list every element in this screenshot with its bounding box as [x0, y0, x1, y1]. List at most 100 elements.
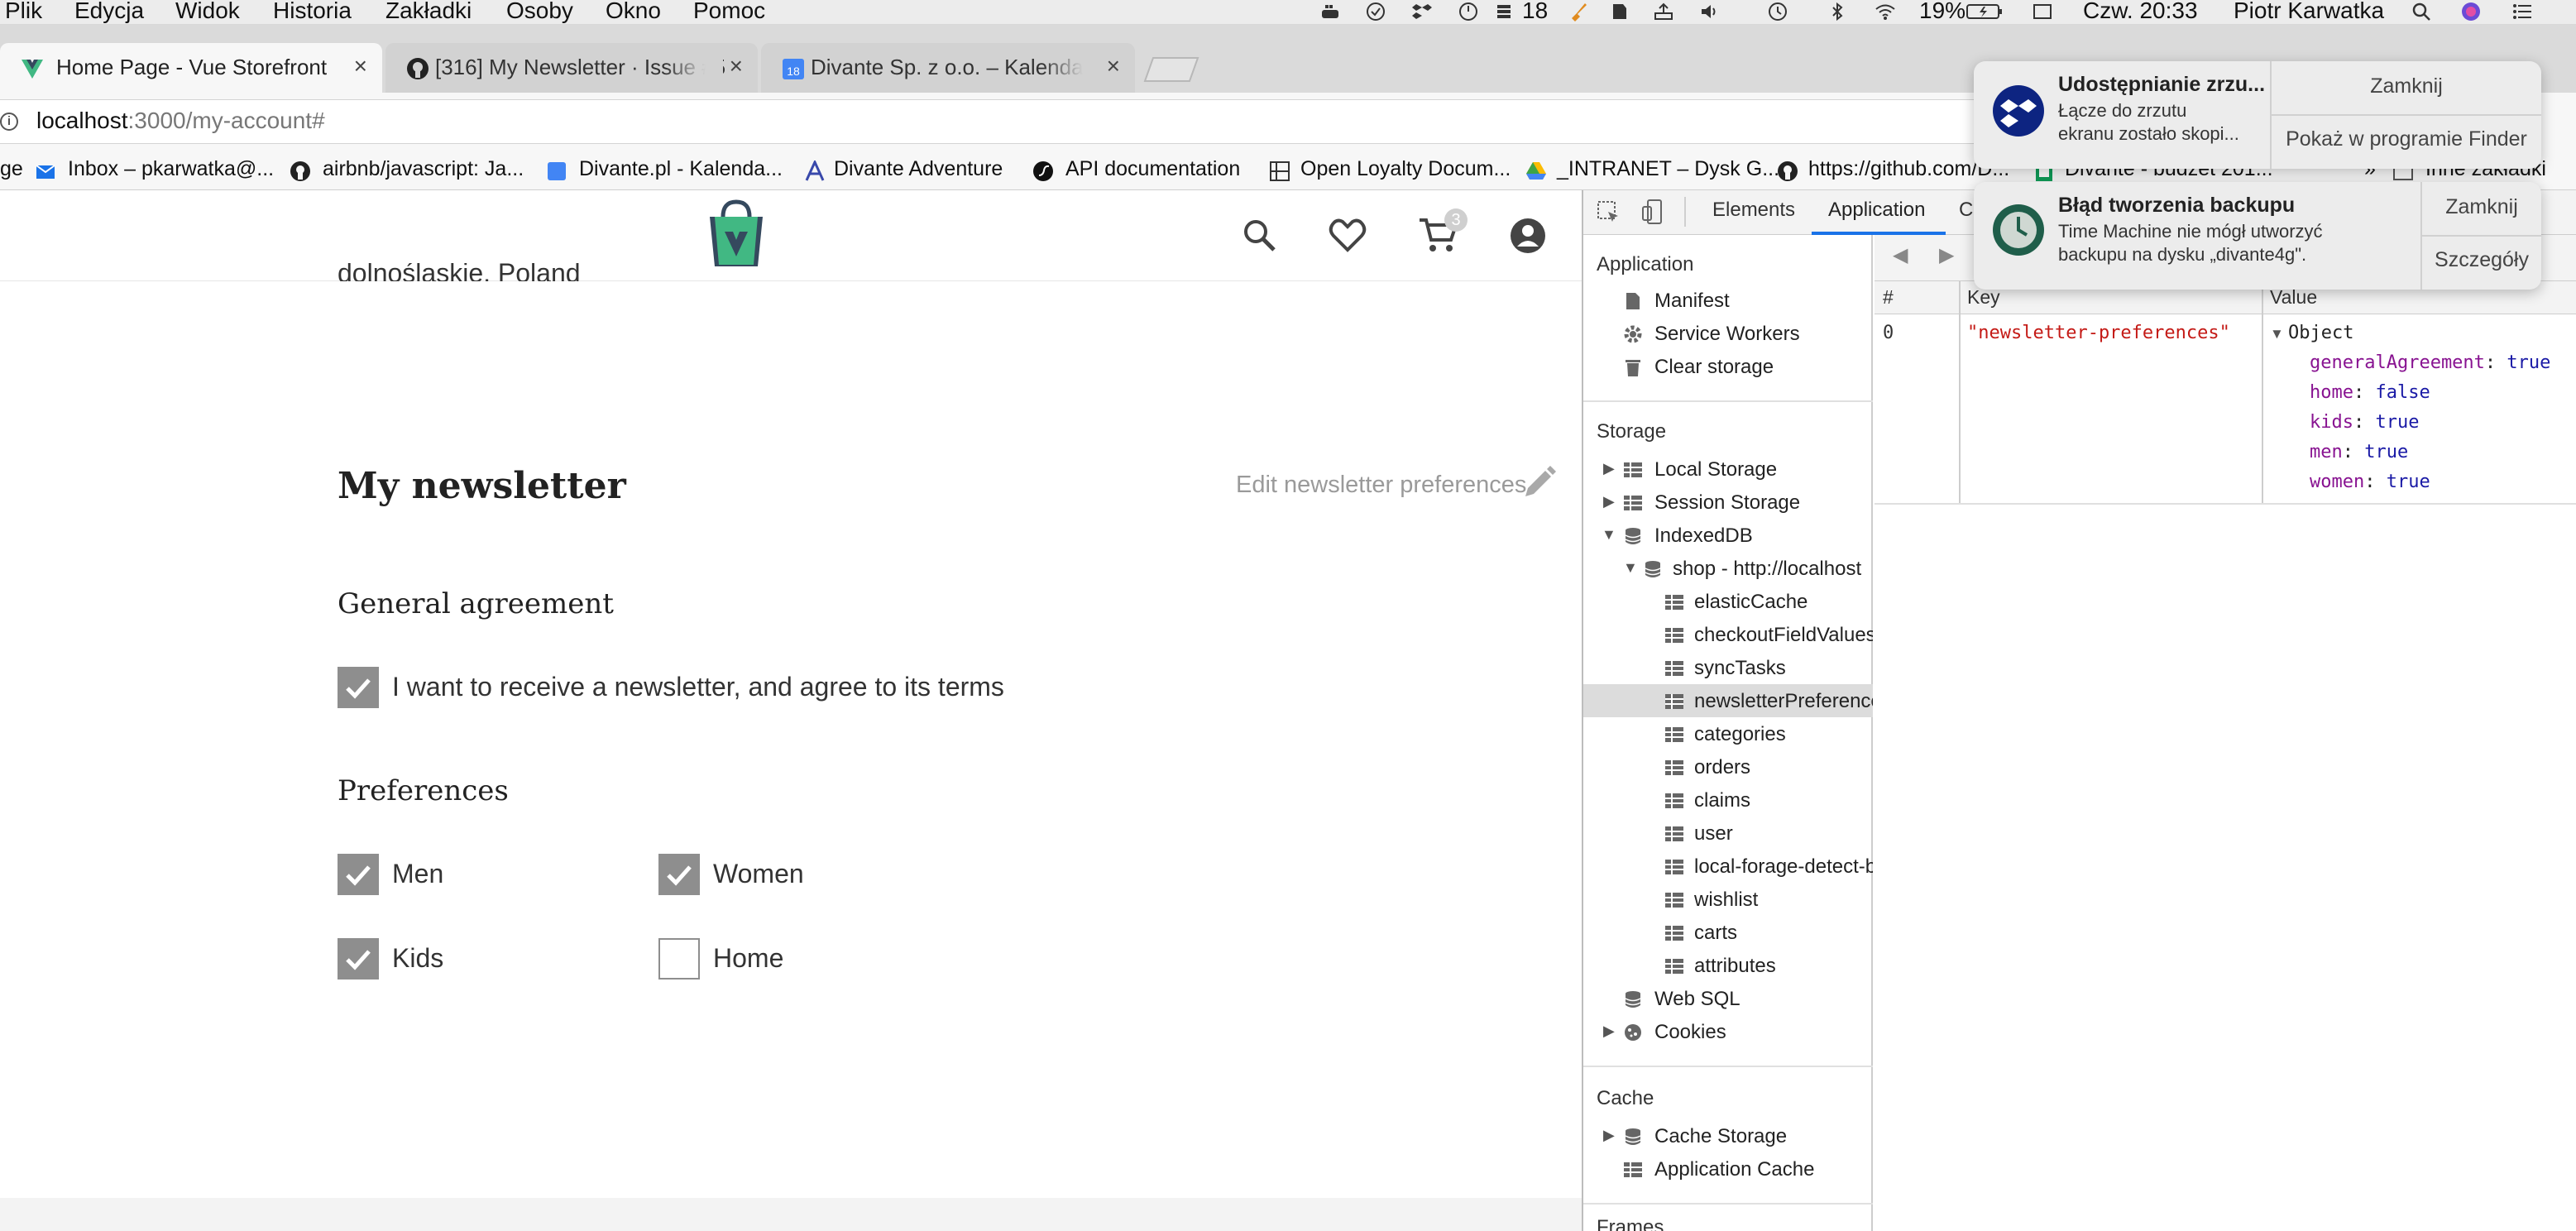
- bookmark-cut-off[interactable]: ge: [0, 157, 23, 181]
- store-item-elasticcache[interactable]: elasticCache: [1694, 591, 1808, 614]
- time-machine-icon[interactable]: [1767, 2, 1788, 22]
- notification-close-button[interactable]: Zamknij: [2422, 195, 2541, 219]
- wifi-icon[interactable]: [1875, 2, 1896, 22]
- menu-bookmarks[interactable]: Zakładki: [385, 0, 472, 24]
- stack-icon[interactable]: [1494, 2, 1515, 22]
- inspect-element-icon[interactable]: [1597, 200, 1621, 225]
- upload-icon[interactable]: [1653, 2, 1674, 22]
- preference-checkbox-kids[interactable]: [338, 938, 379, 980]
- sidebar-item-service-workers[interactable]: Service Workers: [1654, 323, 1800, 346]
- column-header-value[interactable]: Value: [2270, 286, 2317, 309]
- dropbox-notification[interactable]: Udostępnianie zrzu... Łącze do zrzutu ek…: [1974, 61, 2541, 169]
- preference-checkbox-women[interactable]: [658, 854, 700, 895]
- store-item-categories[interactable]: categories: [1694, 723, 1786, 746]
- store-item-orders[interactable]: orders: [1694, 756, 1750, 779]
- battery-icon[interactable]: [1966, 2, 2004, 22]
- show-in-finder-button[interactable]: Pokaż w programie Finder: [2272, 127, 2541, 151]
- preference-label-women[interactable]: Women: [713, 859, 804, 889]
- tab-close-button[interactable]: ×: [1107, 53, 1120, 79]
- site-info-icon[interactable]: i: [0, 113, 18, 131]
- expand-arrow-icon[interactable]: ▶: [1603, 1023, 1615, 1040]
- bookmark-api-documentation[interactable]: API documentation: [1065, 157, 1240, 181]
- store-item-checkoutfieldvalues[interactable]: checkoutFieldValues: [1694, 624, 1873, 647]
- store-item-synctasks[interactable]: syncTasks: [1694, 657, 1786, 680]
- bookmark-intranet-drive[interactable]: _INTRANET – Dysk G...: [1557, 157, 1779, 181]
- edit-pencil-icon[interactable]: [1522, 465, 1557, 500]
- tab-my-newsletter-issue[interactable]: [316] My Newsletter · Issue #5 ×: [385, 43, 758, 93]
- bookmark-open-loyalty-docs[interactable]: Open Loyalty Docum...: [1300, 157, 1511, 181]
- collapse-arrow-icon[interactable]: ▼: [1623, 559, 1638, 577]
- preference-label-home[interactable]: Home: [713, 943, 783, 974]
- power-icon[interactable]: [1458, 2, 1479, 22]
- bluetooth-icon[interactable]: [1827, 2, 1848, 22]
- evernote-icon[interactable]: [1608, 2, 1630, 22]
- sidebar-item-local-storage[interactable]: Local Storage: [1654, 458, 1777, 481]
- store-item-claims[interactable]: claims: [1694, 789, 1750, 812]
- menu-history[interactable]: Historia: [273, 0, 352, 24]
- docker-icon[interactable]: [1320, 2, 1342, 22]
- tab-divante-calendar[interactable]: 18 Divante Sp. z o.o. – Kalendarz ×: [761, 43, 1135, 93]
- collapse-arrow-icon[interactable]: ▼: [1602, 526, 1616, 544]
- store-item-attributes[interactable]: attributes: [1694, 955, 1776, 978]
- preference-label-men[interactable]: Men: [392, 859, 443, 889]
- store-item-carts[interactable]: carts: [1694, 922, 1737, 945]
- menu-window[interactable]: Okno: [606, 0, 661, 24]
- details-button[interactable]: Szczegóły: [2422, 248, 2541, 272]
- store-item-wishlist[interactable]: wishlist: [1694, 889, 1758, 912]
- siri-icon[interactable]: [2460, 2, 2482, 22]
- user-name[interactable]: Piotr Karwatka: [2234, 0, 2384, 24]
- sidebar-item-indexeddb[interactable]: IndexedDB: [1654, 524, 1753, 548]
- edit-newsletter-preferences-link[interactable]: Edit newsletter preferences: [1236, 472, 1526, 499]
- time-machine-notification[interactable]: Błąd tworzenia backupu Time Machine nie …: [1974, 182, 2541, 290]
- next-page-icon[interactable]: ▶: [1939, 243, 1954, 267]
- account-icon[interactable]: [1509, 217, 1547, 255]
- preference-checkbox-home[interactable]: [658, 938, 700, 980]
- expand-arrow-icon[interactable]: ▶: [1603, 493, 1615, 510]
- row-key[interactable]: "newsletter-preferences": [1967, 323, 2230, 343]
- sidebar-item-session-storage[interactable]: Session Storage: [1654, 491, 1800, 515]
- agreement-checkbox[interactable]: [338, 667, 379, 708]
- device-toolbar-icon[interactable]: [1641, 199, 1666, 225]
- preference-checkbox-men[interactable]: [338, 854, 379, 895]
- menu-edit[interactable]: Edycja: [74, 0, 144, 24]
- bookmark-airbnb-javascript[interactable]: airbnb/javascript: Ja...: [323, 157, 524, 181]
- column-header-index[interactable]: #: [1883, 286, 1894, 309]
- bookmark-inbox[interactable]: Inbox – pkarwatka@...: [68, 157, 274, 181]
- column-header-key[interactable]: Key: [1967, 286, 2000, 309]
- preference-label-kids[interactable]: Kids: [392, 943, 443, 974]
- sidebar-item-clear-storage[interactable]: Clear storage: [1654, 356, 1774, 379]
- notification-close-button[interactable]: Zamknij: [2272, 74, 2541, 98]
- volume-icon[interactable]: [1699, 2, 1721, 22]
- dropbox-icon[interactable]: [1411, 2, 1433, 22]
- expand-arrow-icon[interactable]: ▶: [1603, 460, 1615, 477]
- menu-file[interactable]: Plik: [5, 0, 42, 24]
- url-text[interactable]: localhost:3000/my-account#: [36, 108, 325, 134]
- keyboard-input-icon[interactable]: [2032, 2, 2053, 22]
- sidebar-item-manifest[interactable]: Manifest: [1654, 290, 1730, 313]
- menu-help[interactable]: Pomoc: [693, 0, 765, 24]
- menu-view[interactable]: Widok: [175, 0, 240, 24]
- spotlight-search-icon[interactable]: [2411, 2, 2432, 22]
- sidebar-item-cookies[interactable]: Cookies: [1654, 1021, 1726, 1044]
- wishlist-heart-icon[interactable]: [1329, 217, 1367, 253]
- sidebar-item-cache-storage[interactable]: Cache Storage: [1654, 1125, 1787, 1148]
- sidebar-item-shop-db[interactable]: shop - http://localhost: [1673, 558, 1861, 581]
- expand-arrow-icon[interactable]: ▶: [1603, 1127, 1615, 1144]
- store-item-local-forage-detect[interactable]: local-forage-detect-blob-support: [1694, 855, 1873, 879]
- tab-close-button[interactable]: ×: [354, 53, 367, 79]
- new-tab-button[interactable]: [1143, 55, 1201, 83]
- rocket-icon[interactable]: [1568, 2, 1590, 22]
- devtools-tab-cut-off[interactable]: C: [1959, 199, 1973, 222]
- previous-page-icon[interactable]: ◀: [1893, 243, 1908, 267]
- menu-people[interactable]: Osoby: [506, 0, 573, 24]
- notification-center-icon[interactable]: [2511, 2, 2533, 22]
- checkmark-circle-icon[interactable]: [1365, 2, 1386, 22]
- store-item-newsletterpreferences[interactable]: newsletterPreferences: [1694, 690, 1873, 713]
- store-item-user[interactable]: user: [1694, 822, 1733, 845]
- devtools-tab-application[interactable]: Application: [1828, 199, 1925, 222]
- sidebar-item-web-sql[interactable]: Web SQL: [1654, 988, 1740, 1011]
- tab-home-page[interactable]: Home Page - Vue Storefront ×: [0, 43, 382, 93]
- bookmark-divante-adventure[interactable]: Divante Adventure: [834, 157, 1003, 181]
- tab-close-button[interactable]: ×: [730, 53, 743, 79]
- devtools-tab-elements[interactable]: Elements: [1712, 199, 1795, 222]
